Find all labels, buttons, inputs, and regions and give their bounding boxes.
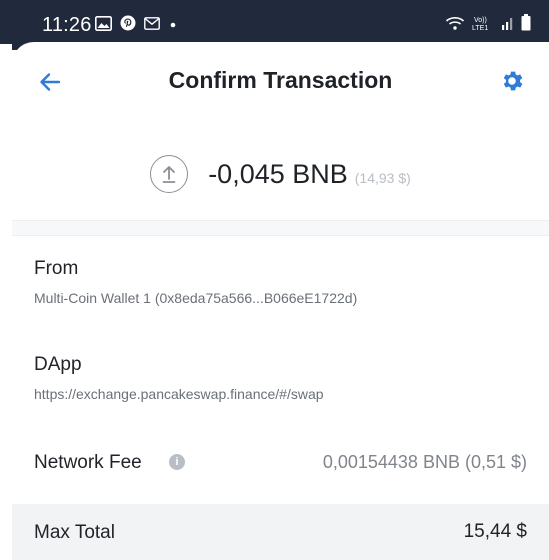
max-total-label: Max Total — [34, 522, 115, 543]
status-system-icons: Vo)) LTE1 — [445, 14, 531, 36]
battery-icon — [521, 14, 531, 36]
transaction-amount: -0,045 BNB — [208, 158, 348, 189]
signal-icon — [501, 15, 515, 36]
settings-button[interactable] — [495, 66, 529, 100]
max-total-value: 15,44 $ — [463, 521, 527, 542]
from-value: Multi-Coin Wallet 1 (0x8eda75a566...B066… — [34, 290, 358, 306]
from-label: From — [34, 258, 79, 279]
max-total-row: Max Total 15,44 $ — [12, 504, 549, 560]
arrow-up-circle-icon — [150, 155, 189, 193]
dapp-value: https://exchange.pancakeswap.finance/#/s… — [34, 386, 324, 402]
page-title: Confirm Transaction — [168, 67, 393, 93]
confirm-transaction-card: Confirm Transaction -0,045 BNB (14,93 $) — [12, 42, 549, 560]
network-fee-value: 0,00154438 BNB (0,51 $) — [322, 452, 527, 472]
info-icon[interactable]: i — [169, 454, 185, 470]
gallery-icon — [95, 15, 112, 36]
dot-icon — [168, 17, 178, 35]
screen: 11:26 Vo)) LTE1 Confirm Transaction -0,0… — [0, 0, 549, 560]
dapp-label: DApp — [34, 354, 82, 375]
status-bar: 11:26 Vo)) LTE1 — [0, 0, 549, 50]
svg-text:LTE1: LTE1 — [472, 25, 488, 31]
section-divider — [12, 220, 549, 236]
pinterest-icon — [120, 15, 136, 36]
volte-icon: Vo)) LTE1 — [471, 15, 495, 36]
network-fee-label: Network Fee — [34, 452, 142, 473]
amount-row: -0,045 BNB (14,93 $) — [12, 150, 549, 198]
status-time: 11:26 — [42, 14, 92, 36]
wifi-icon — [445, 15, 465, 36]
from-section: From Multi-Coin Wallet 1 (0x8eda75a566..… — [34, 258, 534, 306]
network-fee-row: Network Fee i 0,00154438 BNB (0,51 $) — [12, 440, 549, 484]
status-notification-icons — [95, 15, 178, 36]
gear-icon — [499, 68, 525, 99]
transaction-amount-fiat: (14,93 $) — [354, 170, 411, 186]
dapp-section: DApp https://exchange.pancakeswap.financ… — [34, 354, 534, 402]
svg-text:Vo)): Vo)) — [474, 17, 487, 24]
gmail-icon — [144, 16, 160, 35]
app-bar: Confirm Transaction — [12, 42, 549, 124]
